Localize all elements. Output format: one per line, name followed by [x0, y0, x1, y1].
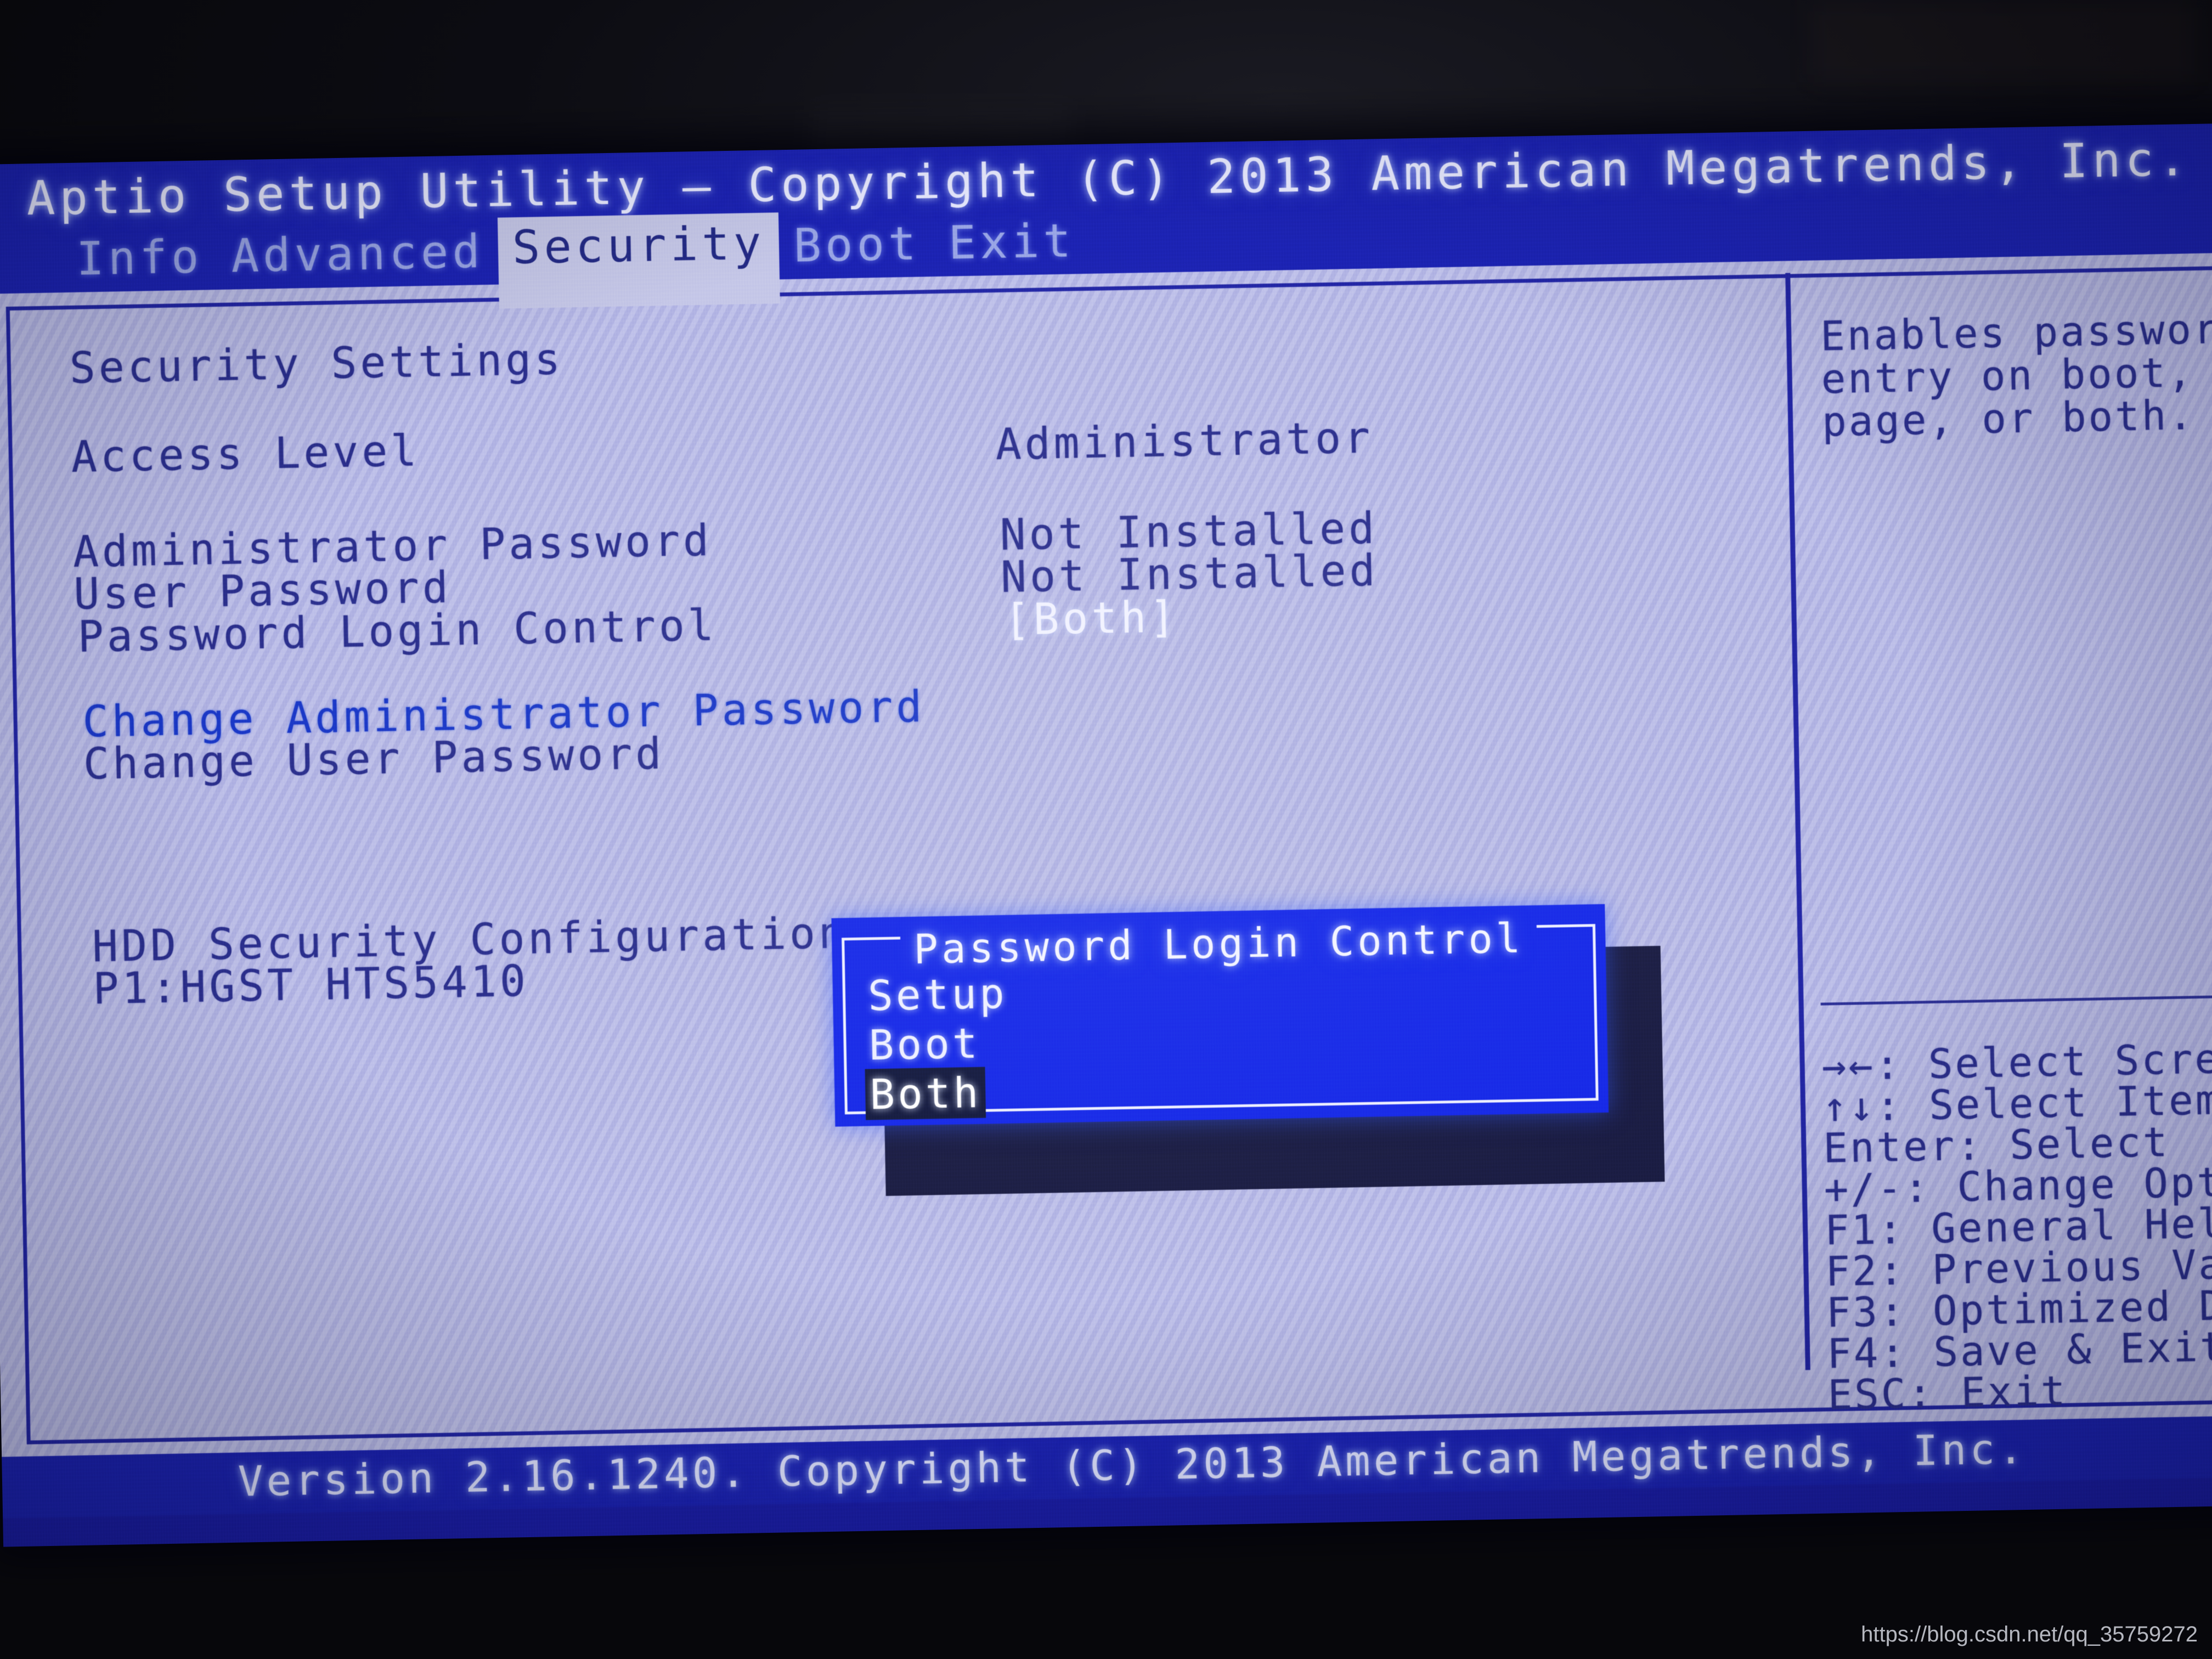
hdd-device-p1[interactable]: P1:HGST HTS5410	[93, 957, 529, 1014]
watermark: https://blog.csdn.net/qq_35759272	[1861, 1622, 2198, 1646]
tab-security[interactable]: Security	[497, 212, 781, 309]
tab-advanced[interactable]: Advanced	[216, 221, 499, 293]
tab-boot[interactable]: Boot	[778, 213, 934, 283]
row-label-access-level: Access Level	[70, 426, 421, 482]
popup-option-boot[interactable]: Boot	[864, 1018, 985, 1071]
help-description-line-3: page, or both.	[1821, 392, 2196, 446]
help-key-esc-exit: ESC: Exit	[1827, 1367, 2068, 1419]
row-value-access-level: Administrator	[995, 413, 1374, 470]
popup-option-setup[interactable]: Setup	[863, 968, 1012, 1022]
row-value-password-login-control[interactable]: [Both]	[1004, 592, 1179, 645]
section-title-security-settings: Security Settings	[69, 335, 564, 393]
password-login-control-popup: Password Login Control Setup Boot Both	[831, 904, 1609, 1127]
tab-info[interactable]: Info	[61, 226, 217, 296]
popup-title: Password Login Control	[900, 915, 1538, 974]
bios-screen: Aptio Setup Utility – Copyright (C) 2013…	[0, 123, 2212, 1547]
page-title: Aptio Setup Utility – Copyright (C) 2013…	[26, 132, 2192, 227]
popup-option-both[interactable]: Both	[865, 1066, 986, 1120]
photo-of-monitor: Aptio Setup Utility – Copyright (C) 2013…	[0, 0, 2212, 1659]
row-value-user-password: Not Installed	[1000, 546, 1379, 602]
tab-exit[interactable]: Exit	[934, 210, 1090, 280]
bezel-reflection	[1810, 0, 2194, 82]
